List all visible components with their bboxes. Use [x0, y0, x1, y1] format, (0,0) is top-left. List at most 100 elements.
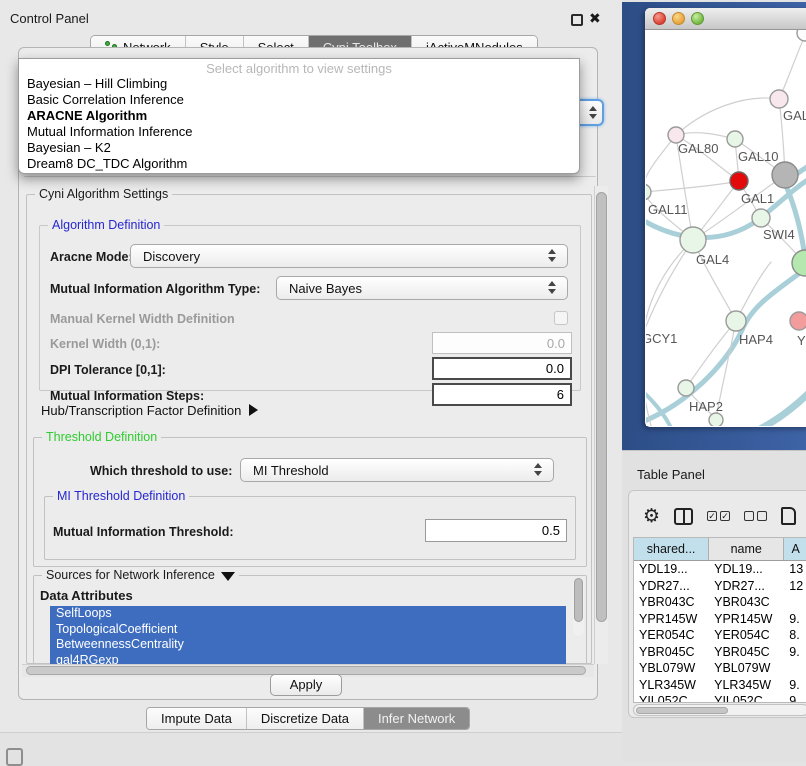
node-label: GAL4 [696, 252, 729, 267]
column-header[interactable]: A [784, 538, 806, 560]
network-node[interactable] [772, 162, 798, 188]
settings-vertical-scrollbar-thumb[interactable] [596, 192, 607, 622]
table-cell: YBL079W [709, 660, 784, 677]
dpi-tolerance-field[interactable]: 0.0 [432, 357, 572, 380]
algorithm-option[interactable]: Dream8 DC_TDC Algorithm [19, 156, 579, 172]
hub-definition-label: Hub/Transcription Factor Definition [41, 403, 241, 418]
table-row[interactable]: YBL079WYBL079W [634, 660, 806, 677]
table-row[interactable]: YBR043CYBR043C [634, 594, 806, 611]
attribute-item[interactable]: gal4RGexp [50, 653, 566, 665]
network-node-gal7[interactable] [770, 90, 788, 108]
algorithm-option[interactable]: Mutual Information Inference [19, 124, 579, 140]
network-node[interactable] [797, 30, 806, 41]
column-header[interactable]: name [709, 538, 784, 560]
table-cell: YBR045C [709, 644, 784, 661]
group-title: Algorithm Definition [48, 218, 164, 232]
table-cell: 13 [784, 561, 806, 578]
table-row[interactable]: YER054CYER054C8. [634, 627, 806, 644]
table-cell: YIL052C [709, 693, 784, 702]
mac-minimize-button[interactable] [672, 12, 685, 25]
attribute-item[interactable]: BetweennessCentrality [50, 637, 566, 653]
attribute-item[interactable]: SelfLoops [50, 606, 566, 622]
network-node[interactable] [709, 413, 723, 426]
table-cell: YDL19... [634, 561, 709, 578]
network-edge[interactable] [676, 133, 735, 139]
attributes-scrollbar[interactable] [573, 578, 584, 636]
mac-close-button[interactable] [653, 12, 666, 25]
sources-collapser[interactable]: Sources for Network Inference [42, 568, 239, 582]
node-label: GAL80 [678, 141, 718, 156]
split-table-icon[interactable] [674, 508, 693, 525]
hidden-groupbox-edge [24, 176, 596, 179]
mi-steps-label: Mutual Information Steps: [50, 389, 204, 403]
table-row[interactable]: YBR045CYBR045C9. [634, 644, 806, 661]
close-icon[interactable]: ✖ [589, 10, 601, 27]
gear-icon[interactable]: ⚙ [643, 505, 660, 527]
mi-algorithm-type-combobox[interactable]: Naive Bayes [276, 276, 568, 300]
deselect-all-icon[interactable] [744, 511, 767, 521]
table-row[interactable]: YPR145WYPR145W9. [634, 611, 806, 628]
tab-discretize-data[interactable]: Discretize Data [247, 708, 364, 729]
mac-zoom-button[interactable] [691, 12, 704, 25]
network-canvas[interactable]: GAL7GAL80GAL10GAL1GAL11SWI4GAL4GCY1HAP4Y… [646, 30, 806, 426]
network-window-titlebar[interactable] [645, 8, 806, 30]
table-horizontal-scrollbar[interactable] [633, 704, 806, 716]
attribute-item[interactable]: TopologicalCoefficient [50, 622, 566, 638]
table-cell: YPR145W [634, 611, 709, 628]
tab-infer-network[interactable]: Infer Network [364, 708, 469, 729]
network-node-y[interactable] [790, 312, 806, 330]
which-threshold-combobox[interactable]: MI Threshold [240, 458, 554, 482]
group-title: Cyni Algorithm Settings [35, 187, 172, 201]
table-row[interactable]: YLR345WYLR345W9. [634, 677, 806, 694]
network-node-gal1[interactable] [730, 172, 748, 190]
algorithm-option[interactable]: ARACNE Algorithm [19, 108, 579, 124]
network-node-gal4[interactable] [680, 227, 706, 253]
network-node-swi4[interactable] [752, 209, 770, 227]
mi-threshold-field[interactable]: 0.5 [425, 519, 567, 542]
function-builder-icon[interactable] [781, 507, 796, 525]
table-row[interactable]: YIL052CYIL052C9. [634, 693, 806, 702]
table-cell: YDR27... [709, 578, 784, 595]
network-node-hap4[interactable] [726, 311, 746, 331]
expander-right-icon [249, 404, 258, 416]
network-edge[interactable] [758, 388, 806, 426]
table-horizontal-scrollbar-thumb[interactable] [636, 707, 728, 714]
network-edge[interactable] [646, 181, 739, 192]
mi-threshold-label: Mutual Information Threshold: [53, 525, 234, 539]
table-cell: 9. [784, 677, 806, 694]
network-node[interactable] [792, 250, 806, 276]
network-edge[interactable] [779, 36, 805, 99]
kernel-width-label: Kernel Width (0,1): [50, 337, 160, 351]
kernel-width-field[interactable]: 0.0 [432, 332, 572, 354]
tab-impute-data[interactable]: Impute Data [147, 708, 247, 729]
node-label: HAP4 [739, 332, 773, 347]
table-cell: YBR045C [634, 644, 709, 661]
network-node-hap2[interactable] [678, 380, 694, 396]
mi-steps-field[interactable]: 6 [432, 383, 572, 406]
table-cell: YBR043C [709, 594, 784, 611]
table-header-row: shared...nameA [634, 538, 806, 561]
apply-button[interactable]: Apply [270, 674, 342, 696]
select-all-icon[interactable]: ✓✓ [707, 511, 730, 521]
network-node-gal10[interactable] [727, 131, 743, 147]
column-header[interactable]: shared... [634, 538, 709, 560]
manual-kernel-checkbox[interactable] [554, 311, 568, 325]
network-graph[interactable]: GAL7GAL80GAL10GAL1GAL11SWI4GAL4GCY1HAP4Y… [646, 30, 806, 426]
aracne-mode-combobox[interactable]: Discovery [130, 244, 568, 268]
network-edge[interactable] [646, 270, 804, 426]
network-edge[interactable] [646, 135, 676, 192]
hub-definition-expander[interactable]: Hub/Transcription Factor Definition [41, 403, 258, 418]
table-panel-title: Table Panel [637, 467, 705, 482]
minimized-panel-icon[interactable] [6, 748, 23, 766]
node-label: GCY1 [646, 331, 677, 346]
float-panel-icon[interactable] [571, 14, 583, 26]
algorithm-option[interactable]: Bayesian – K2 [19, 140, 579, 156]
table-cell: YLR345W [634, 677, 709, 694]
network-edge[interactable] [676, 98, 779, 135]
algorithm-option[interactable]: Basic Correlation Inference [19, 92, 579, 108]
table-row[interactable]: YDL19...YDL19...13 [634, 561, 806, 578]
algorithm-option[interactable]: Bayesian – Hill Climbing [19, 76, 579, 92]
node-table: shared...nameA YDL19...YDL19...13YDR27..… [633, 537, 806, 703]
network-node-gal11[interactable] [646, 184, 651, 200]
table-row[interactable]: YDR27...YDR27...12 [634, 578, 806, 595]
